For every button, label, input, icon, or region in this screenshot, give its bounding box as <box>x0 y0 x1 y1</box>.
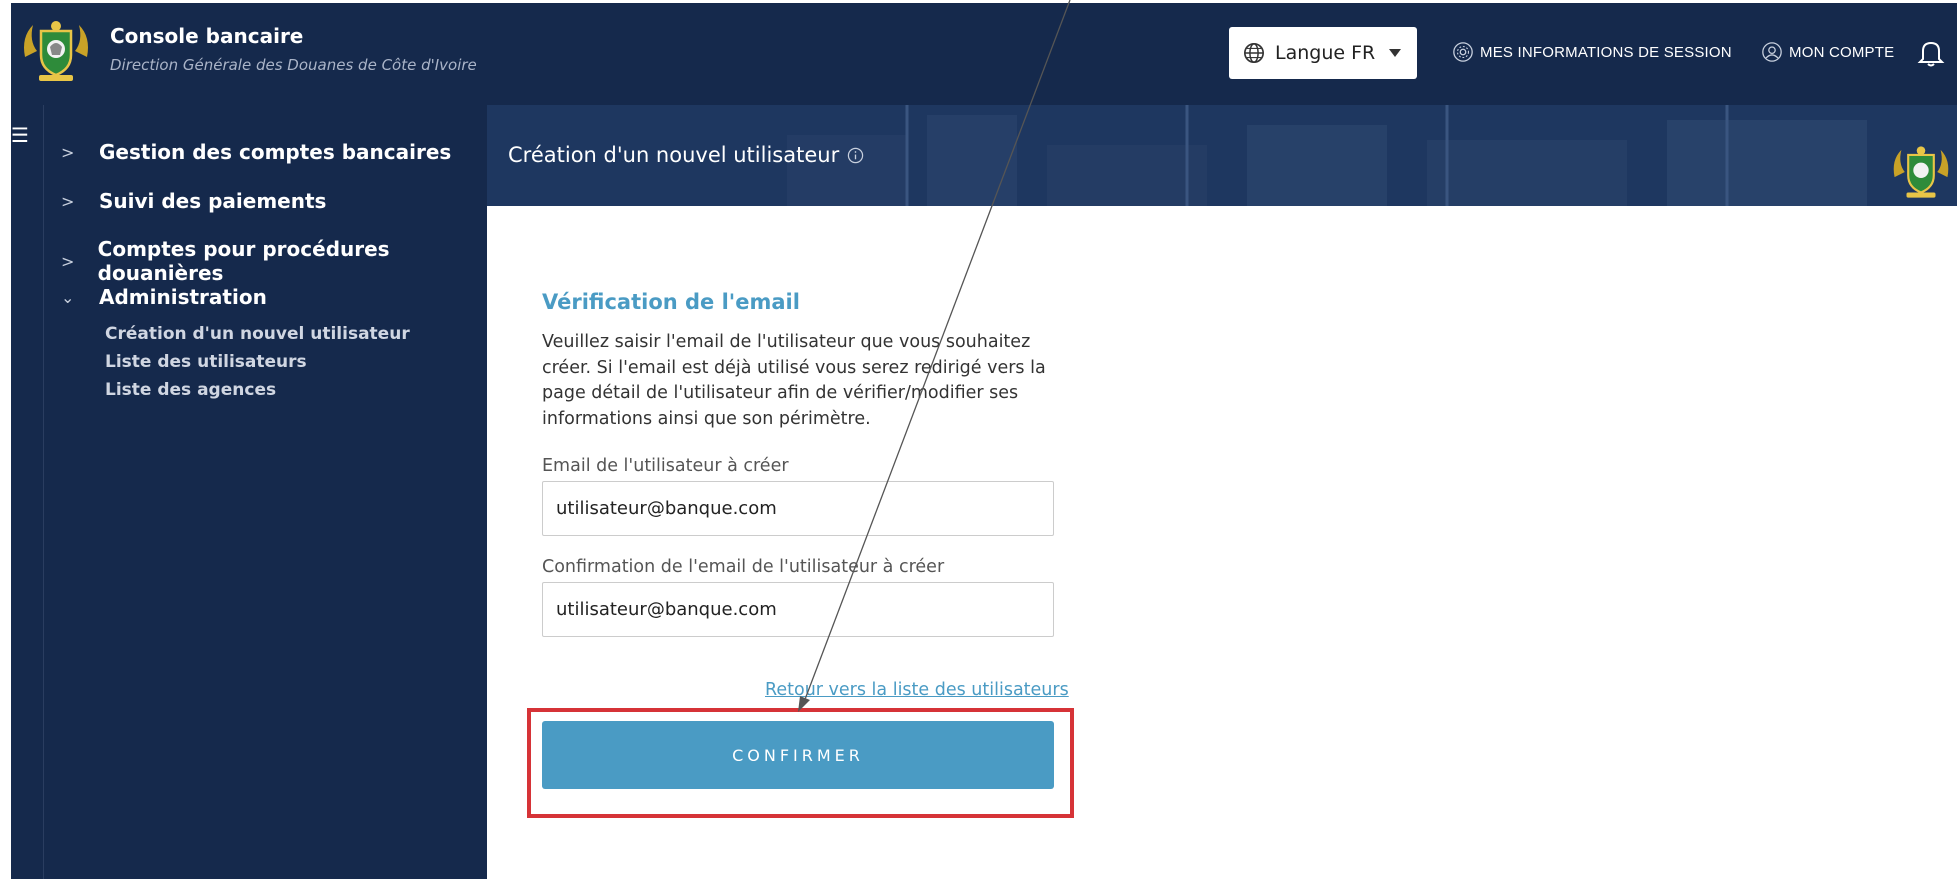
bell-icon[interactable] <box>1917 38 1945 68</box>
menu-toggle-icon[interactable]: ☰ <box>11 125 29 145</box>
confirm-email-label: Confirmation de l'email de l'utilisateur… <box>542 557 945 577</box>
page-title-text: Création d'un nouvel utilisateur <box>508 143 840 167</box>
sidebar: ☰ > Gestion des comptes bancaires > Suiv… <box>11 105 487 879</box>
app-subtitle: Direction Générale des Douanes de Côte d… <box>110 56 477 74</box>
session-gear-icon <box>1453 42 1473 62</box>
left-edge <box>0 0 11 879</box>
section-title: Vérification de l'email <box>542 290 800 314</box>
coat-of-arms-logo <box>24 21 88 81</box>
caret-down-icon <box>1389 49 1402 57</box>
language-select[interactable]: Langue FR <box>1229 27 1417 79</box>
email-label: Email de l'utilisateur à créer <box>542 456 789 476</box>
page-title: Création d'un nouvel utilisateur <box>508 143 864 167</box>
sidebar-subitem-liste-utilisateurs[interactable]: Liste des utilisateurs <box>105 352 307 372</box>
info-icon[interactable] <box>847 147 864 164</box>
session-link-label: MES INFORMATIONS DE SESSION <box>1480 43 1732 61</box>
sidebar-rail: ☰ <box>11 105 44 879</box>
sidebar-item-gestion-comptes[interactable]: > Gestion des comptes bancaires <box>61 140 451 164</box>
chevron-right-icon: > <box>61 142 75 162</box>
globe-icon <box>1244 43 1264 63</box>
sidebar-item-label: Gestion des comptes bancaires <box>99 140 452 164</box>
chevron-right-icon: > <box>61 251 75 271</box>
sidebar-item-suivi-paiements[interactable]: > Suivi des paiements <box>61 189 326 213</box>
sidebar-item-label: Suivi des paiements <box>99 189 327 213</box>
app-root: Console bancaire Direction Générale des … <box>0 0 1957 879</box>
account-link-label: MON COMPTE <box>1789 43 1895 61</box>
session-info-link[interactable]: MES INFORMATIONS DE SESSION <box>1452 41 1732 63</box>
sidebar-item-comptes-procedures[interactable]: > Comptes pour procédures douanières <box>61 237 487 285</box>
sidebar-item-label: Comptes pour procédures douanières <box>97 237 390 285</box>
confirm-button[interactable]: CONFIRMER <box>542 721 1054 789</box>
app-title: Console bancaire <box>110 24 304 48</box>
email-field[interactable] <box>542 481 1054 536</box>
top-header: Console bancaire Direction Générale des … <box>11 3 1957 105</box>
confirm-email-field[interactable] <box>542 582 1054 637</box>
sidebar-item-label: Administration <box>99 285 267 309</box>
chevron-right-icon: > <box>61 191 75 211</box>
language-label: Langue FR <box>1275 42 1376 64</box>
user-circle-icon <box>1762 42 1782 62</box>
back-to-users-link[interactable]: Retour vers la liste des utilisateurs <box>765 680 1069 700</box>
sidebar-subitem-liste-agences[interactable]: Liste des agences <box>105 380 276 400</box>
page-banner: Création d'un nouvel utilisateur <box>487 105 1957 206</box>
sidebar-item-administration[interactable]: ⌄ Administration <box>61 285 267 309</box>
coat-of-arms-logo-small <box>1893 146 1949 198</box>
my-account-link[interactable]: MON COMPTE <box>1761 41 1894 63</box>
chevron-down-icon: ⌄ <box>61 287 75 307</box>
intro-text: Veuillez saisir l'email de l'utilisateur… <box>542 332 1046 429</box>
sidebar-subitem-creation-utilisateur[interactable]: Création d'un nouvel utilisateur <box>105 324 410 344</box>
